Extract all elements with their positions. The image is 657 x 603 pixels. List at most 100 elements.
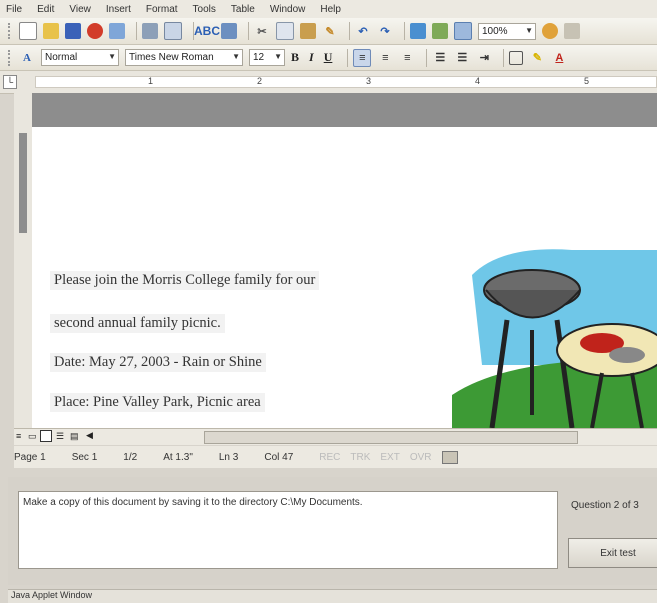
menu-format[interactable]: Format (146, 4, 178, 15)
document-page[interactable]: Please join the Morris College family fo… (32, 127, 657, 428)
bullets-icon[interactable]: ☰ (454, 50, 470, 66)
formatting-toolbar: A Normal ▼ Times New Roman ▼ 12 ▼ B I U ≡ ≡… (0, 45, 657, 71)
zoom-value: 100% (482, 25, 508, 37)
document-line[interactable]: Place: Pine Valley Park, Picnic area (50, 393, 265, 412)
toolbar-grip[interactable] (8, 49, 13, 66)
styles-icon[interactable]: A (19, 50, 35, 66)
increase-indent-icon[interactable]: ⇥ (476, 50, 492, 66)
outline-view-icon[interactable]: ☰ (56, 431, 64, 442)
menu-edit[interactable]: Edit (37, 4, 54, 15)
spelling-icon[interactable]: ABC (194, 23, 220, 39)
document-line[interactable]: Please join the Morris College family fo… (50, 271, 320, 290)
read-mode-icon[interactable] (564, 23, 580, 39)
menu-table[interactable]: Table (231, 4, 255, 15)
separator (426, 48, 428, 67)
barbecue-clipart (452, 249, 657, 428)
status-rec[interactable]: REC (319, 452, 340, 463)
horizontal-scrollbar[interactable]: ≡ ▭ ☰ ▤ ◀ (14, 428, 657, 445)
document-line[interactable]: Date: May 27, 2003 - Rain or Shine (50, 353, 266, 372)
web-view-icon[interactable]: ▭ (28, 431, 37, 442)
zoom-select[interactable]: 100% ▼ (478, 22, 536, 40)
toolbar-grip[interactable] (8, 23, 13, 39)
font-size-value: 12 (253, 52, 265, 63)
highlight-icon[interactable]: ✎ (529, 50, 545, 66)
menu-help[interactable]: Help (320, 4, 341, 15)
font-select[interactable]: Times New Roman ▼ (125, 49, 243, 66)
ruler-mark: 1 (148, 76, 154, 86)
menu-window[interactable]: Window (270, 4, 306, 15)
print-preview-icon[interactable] (164, 22, 182, 40)
align-left-icon[interactable]: ≡ (353, 48, 372, 67)
status-pages: 1/2 (123, 451, 138, 463)
italic-button[interactable]: I (309, 50, 314, 65)
status-ovr[interactable]: OVR (410, 452, 432, 463)
hyperlink-icon[interactable] (410, 23, 426, 39)
separator (347, 48, 349, 67)
separator (349, 22, 350, 40)
separator (248, 22, 249, 40)
format-painter-icon[interactable]: ✎ (322, 23, 338, 39)
research-icon[interactable] (221, 23, 237, 39)
question-text-box: Make a copy of this document by saving i… (18, 491, 558, 569)
permission-icon[interactable] (109, 23, 125, 39)
status-bar: Page 1 Sec 1 1/2 At 1.3" Ln 3 Col 47 REC… (14, 446, 657, 468)
question-text: Make a copy of this document by saving i… (23, 497, 363, 508)
status-ext[interactable]: EXT (380, 452, 399, 463)
status-column: Col 47 (264, 451, 294, 463)
new-document-icon[interactable] (19, 22, 37, 40)
ruler-mark: 4 (475, 76, 481, 86)
font-value: Times New Roman (129, 52, 214, 63)
tables-borders-icon[interactable] (432, 23, 448, 39)
chevron-down-icon: ▼ (232, 52, 240, 61)
style-value: Normal (45, 52, 78, 63)
ruler-strip[interactable]: 1 2 3 4 5 (35, 76, 657, 88)
menu-insert[interactable]: Insert (106, 4, 131, 15)
print-icon[interactable] (142, 23, 158, 39)
undo-icon[interactable]: ↶ (355, 23, 371, 39)
status-trk[interactable]: TRK (350, 452, 370, 463)
standard-toolbar: ABC ✂ ✎ ↶ ↷ 100% ▼ (0, 18, 657, 45)
numbering-icon[interactable]: ☰ (432, 50, 448, 66)
document-line[interactable]: second annual family picnic. (50, 314, 225, 333)
chevron-down-icon: ▼ (525, 25, 533, 35)
style-select[interactable]: Normal ▼ (41, 49, 119, 66)
align-center-icon[interactable]: ≡ (377, 50, 393, 66)
scroll-left-icon[interactable]: ◀ (86, 430, 93, 441)
scroll-thumb[interactable] (204, 431, 578, 444)
borders-icon[interactable] (509, 50, 524, 65)
status-section: Sec 1 (71, 451, 98, 463)
font-color-icon[interactable]: A (551, 50, 567, 66)
cut-icon[interactable]: ✂ (254, 23, 270, 39)
separator (503, 48, 505, 67)
exit-test-button[interactable]: Exit test (568, 538, 657, 568)
menu-tools[interactable]: Tools (193, 4, 216, 15)
align-right-icon[interactable]: ≡ (399, 50, 415, 66)
normal-view-icon[interactable]: ≡ (16, 431, 21, 441)
insert-table-icon[interactable] (454, 22, 472, 40)
copy-icon[interactable] (276, 22, 294, 40)
separator (136, 22, 137, 40)
menu-view[interactable]: View (69, 4, 91, 15)
tab-selector-icon[interactable]: └ (3, 75, 17, 89)
stop-icon[interactable] (87, 23, 103, 39)
reading-view-icon[interactable]: ▤ (70, 431, 79, 442)
print-layout-icon[interactable] (40, 430, 52, 442)
save-icon[interactable] (65, 23, 81, 39)
menu-file[interactable]: File (6, 4, 22, 15)
vertical-ruler (14, 93, 33, 428)
bold-button[interactable]: B (291, 50, 299, 65)
spelling-status-icon[interactable] (441, 450, 458, 464)
applet-footer: Java Applet Window (8, 589, 657, 603)
status-position: At 1.3" (163, 451, 193, 463)
open-folder-icon[interactable] (43, 23, 59, 39)
paste-icon[interactable] (300, 23, 316, 39)
menu-bar: File Edit View Insert Format Tools Table… (0, 0, 657, 18)
status-page: Page 1 (14, 451, 46, 463)
font-size-select[interactable]: 12 ▼ (249, 49, 285, 66)
redo-icon[interactable]: ↷ (377, 23, 393, 39)
chevron-down-icon: ▼ (274, 52, 282, 61)
ruler-mark: 2 (257, 76, 263, 86)
help-icon[interactable] (542, 23, 558, 39)
underline-button[interactable]: U (324, 50, 333, 65)
question-counter: Question 2 of 3 (571, 500, 639, 511)
